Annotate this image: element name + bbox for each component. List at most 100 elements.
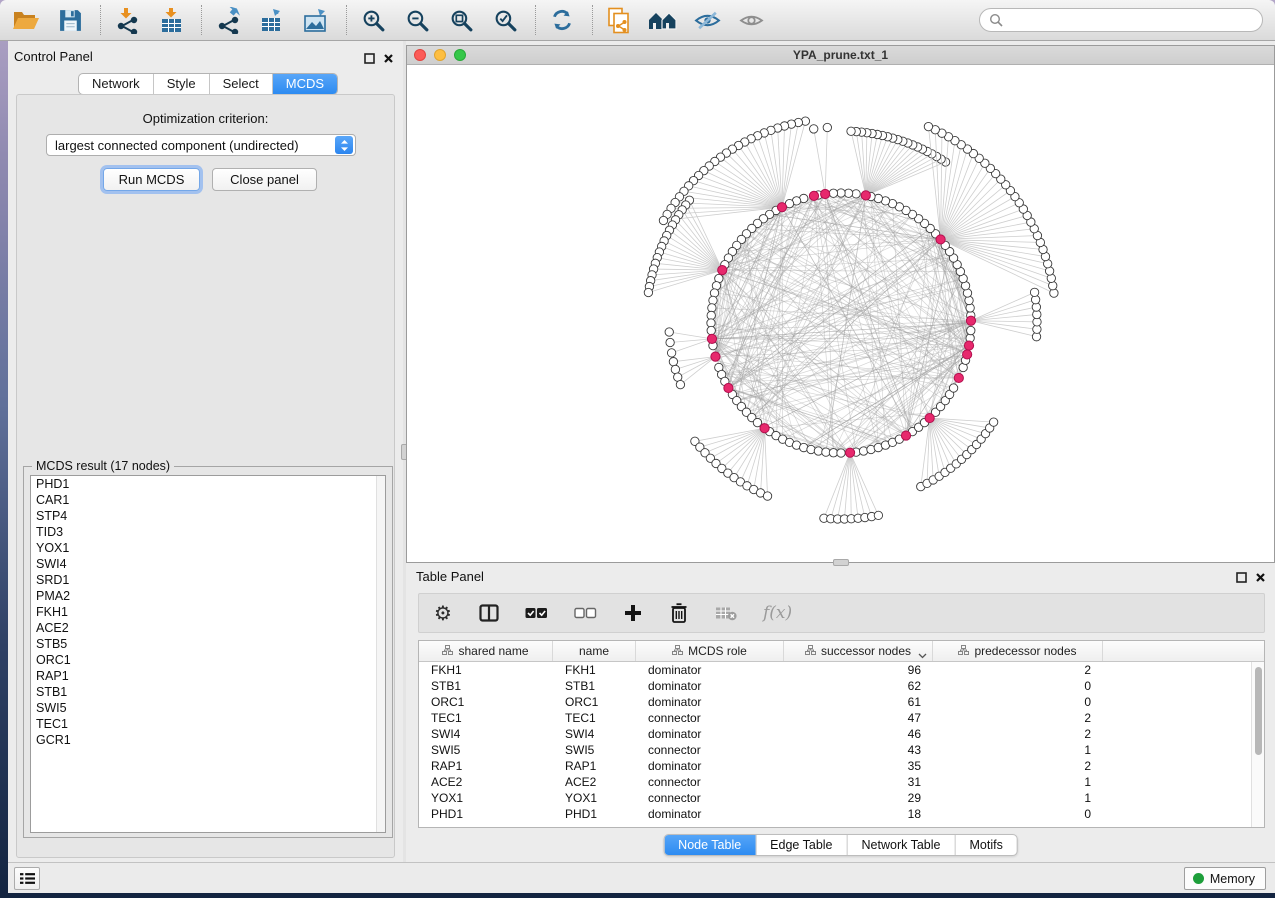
clone-network-icon[interactable] xyxy=(603,5,635,35)
mcds-result-item[interactable]: RAP1 xyxy=(31,668,385,684)
mcds-result-item[interactable]: STB5 xyxy=(31,636,385,652)
run-mcds-button[interactable]: Run MCDS xyxy=(103,168,200,191)
horizontal-splitter-handle[interactable] xyxy=(833,559,849,566)
create-column-plus-icon[interactable] xyxy=(623,601,643,625)
close-panel-button[interactable]: Close panel xyxy=(212,168,317,191)
minimize-window-icon[interactable] xyxy=(434,49,446,61)
column-header-name[interactable]: name xyxy=(553,641,636,661)
mcds-result-item[interactable]: CAR1 xyxy=(31,492,385,508)
tab-mcds[interactable]: MCDS xyxy=(273,74,337,94)
zoom-out-icon[interactable] xyxy=(401,5,433,35)
delete-column-trash-icon[interactable] xyxy=(669,601,689,625)
table-settings-gear-icon[interactable]: ⚙ xyxy=(433,601,453,625)
cell-predecessor-nodes: 0 xyxy=(933,678,1103,694)
table-row[interactable]: SWI5SWI5connector431 xyxy=(419,742,1251,758)
apply-layout-icon[interactable] xyxy=(546,5,578,35)
mcds-result-title: MCDS result (17 nodes) xyxy=(32,459,174,473)
table-scrollbar-thumb[interactable] xyxy=(1255,667,1262,755)
show-columns-icon[interactable] xyxy=(479,601,499,625)
search-box[interactable] xyxy=(979,8,1263,32)
deselect-all-icon[interactable] xyxy=(574,601,597,625)
tab-edge-table[interactable]: Edge Table xyxy=(756,835,847,855)
cell-successor-nodes: 61 xyxy=(784,694,933,710)
mcds-result-item[interactable]: GCR1 xyxy=(31,732,385,748)
mcds-result-item[interactable]: TEC1 xyxy=(31,716,385,732)
table-row[interactable]: YOX1YOX1connector291 xyxy=(419,790,1251,806)
export-image-icon[interactable] xyxy=(300,5,332,35)
column-label: MCDS role xyxy=(688,644,747,658)
import-network-icon[interactable] xyxy=(111,5,143,35)
mcds-result-item[interactable]: SWI5 xyxy=(31,700,385,716)
open-session-icon[interactable] xyxy=(10,5,42,35)
export-network-icon[interactable] xyxy=(212,5,244,35)
float-panel-icon[interactable] xyxy=(363,52,375,64)
mcds-result-item[interactable]: ACE2 xyxy=(31,620,385,636)
cell-MCDS-role: dominator xyxy=(636,678,784,694)
mcds-result-item[interactable]: PHD1 xyxy=(31,476,385,492)
cell-name: ACE2 xyxy=(553,774,636,790)
memory-button[interactable]: Memory xyxy=(1184,867,1266,890)
select-all-icon[interactable] xyxy=(525,601,548,625)
table-tabs: Node TableEdge TableNetwork TableMotifs xyxy=(663,834,1018,856)
table-row[interactable]: ACE2ACE2connector311 xyxy=(419,774,1251,790)
column-namespace-icon xyxy=(672,644,683,658)
column-namespace-icon xyxy=(958,644,969,658)
table-panel: Table Panel ⚙ xyxy=(406,563,1275,862)
column-header-predecessor-nodes[interactable]: predecessor nodes xyxy=(933,641,1103,661)
save-session-icon[interactable] xyxy=(54,5,86,35)
export-table-icon[interactable] xyxy=(256,5,288,35)
tab-network-table[interactable]: Network Table xyxy=(848,835,956,855)
status-bar: Memory xyxy=(8,862,1275,893)
mcds-result-item[interactable]: SWI4 xyxy=(31,556,385,572)
mcds-result-item[interactable]: PMA2 xyxy=(31,588,385,604)
table-row[interactable]: TEC1TEC1connector472 xyxy=(419,710,1251,726)
tab-style[interactable]: Style xyxy=(154,74,210,94)
zoom-in-icon[interactable] xyxy=(357,5,389,35)
maximize-window-icon[interactable] xyxy=(454,49,466,61)
table-row[interactable]: FKH1FKH1dominator962 xyxy=(419,662,1251,678)
table-row[interactable]: ORC1ORC1dominator610 xyxy=(419,694,1251,710)
mcds-result-item[interactable]: STP4 xyxy=(31,508,385,524)
function-builder-icon: f(x) xyxy=(763,601,792,625)
column-header-shared-name[interactable]: shared name xyxy=(419,641,553,661)
mcds-result-item[interactable]: SRD1 xyxy=(31,572,385,588)
close-table-panel-icon[interactable] xyxy=(1254,571,1266,583)
table-scrollbar[interactable] xyxy=(1251,662,1264,827)
criterion-label: Optimization criterion: xyxy=(17,111,394,126)
show-all-eye-icon[interactable] xyxy=(735,5,767,35)
tab-motifs[interactable]: Motifs xyxy=(955,835,1016,855)
zoom-fit-icon[interactable] xyxy=(445,5,477,35)
column-header-MCDS-role[interactable]: MCDS role xyxy=(636,641,784,661)
mcds-result-item[interactable]: TID3 xyxy=(31,524,385,540)
close-window-icon[interactable] xyxy=(414,49,426,61)
zoom-selected-icon[interactable] xyxy=(489,5,521,35)
network-canvas[interactable] xyxy=(407,65,1274,562)
table-row[interactable]: RAP1RAP1dominator352 xyxy=(419,758,1251,774)
close-panel-icon[interactable] xyxy=(382,52,394,64)
import-table-icon[interactable] xyxy=(155,5,187,35)
mcds-result-item[interactable]: YOX1 xyxy=(31,540,385,556)
criterion-dropdown[interactable]: largest connected component (undirected) xyxy=(46,134,356,156)
table-row[interactable]: PHD1PHD1dominator180 xyxy=(419,806,1251,822)
table-row[interactable]: SWI4SWI4dominator462 xyxy=(419,726,1251,742)
hide-selected-eye-icon[interactable] xyxy=(691,5,723,35)
tab-node-table[interactable]: Node Table xyxy=(664,835,756,855)
mcds-result-item[interactable]: STB1 xyxy=(31,684,385,700)
mcds-result-item[interactable]: ORC1 xyxy=(31,652,385,668)
cell-successor-nodes: 29 xyxy=(784,790,933,806)
list-scrollbar[interactable] xyxy=(376,476,385,832)
table-row[interactable]: STB1STB1dominator620 xyxy=(419,678,1251,694)
toolbar-separator xyxy=(201,5,202,35)
float-table-panel-icon[interactable] xyxy=(1235,571,1247,583)
task-history-button[interactable] xyxy=(14,867,40,890)
mcds-result-item[interactable]: FKH1 xyxy=(31,604,385,620)
app-workspace: Control Panel NetworkStyleSelectMCDS Opt… xyxy=(8,41,1275,893)
cell-successor-nodes: 43 xyxy=(784,742,933,758)
network-window-titlebar[interactable]: YPA_prune.txt_1 xyxy=(407,46,1274,65)
first-neighbors-icon[interactable] xyxy=(647,5,679,35)
tab-network[interactable]: Network xyxy=(79,74,154,94)
tab-select[interactable]: Select xyxy=(210,74,273,94)
control-panel-title: Control Panel xyxy=(14,49,93,64)
search-input[interactable] xyxy=(1009,13,1253,27)
column-header-successor-nodes[interactable]: successor nodes xyxy=(784,641,933,661)
